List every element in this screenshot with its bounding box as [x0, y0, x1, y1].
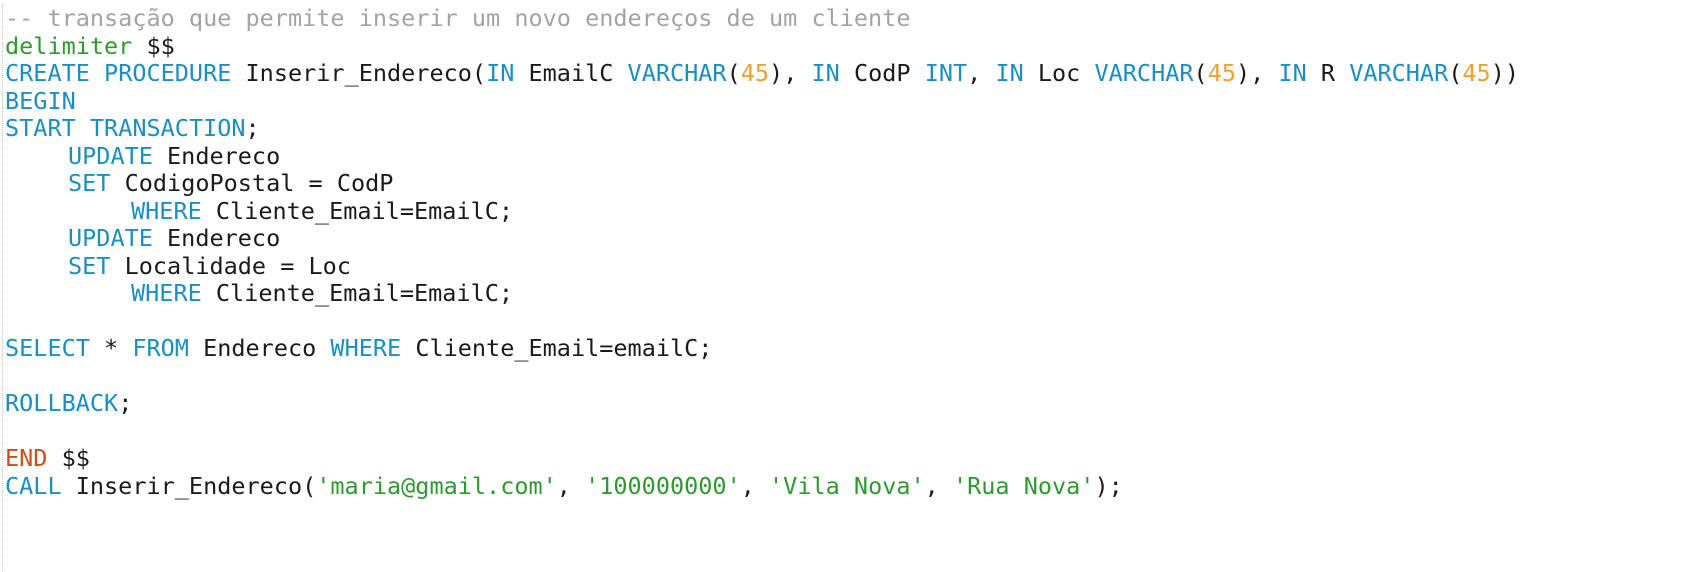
code-text: Loc — [1023, 59, 1095, 87]
code-text: Cliente_Email=emailC; — [401, 334, 713, 362]
code-area[interactable]: -- transação que permite inserir um novo… — [5, 4, 1519, 501]
code-keyword: WHERE — [131, 196, 202, 225]
code-editor[interactable]: -- transação que permite inserir um novo… — [0, 0, 1706, 572]
code-text: , — [924, 471, 953, 500]
code-text: Endereco — [188, 334, 331, 362]
code-text: $$ — [47, 444, 90, 472]
code-text: ( — [1193, 59, 1208, 87]
code-keyword: SET — [68, 251, 111, 280]
code-number: 45 — [1207, 59, 1236, 87]
code-keyword: VARCHAR — [1094, 59, 1194, 87]
code-line: UPDATE Endereco — [5, 141, 1519, 171]
code-line: START TRANSACTION; — [5, 114, 1519, 143]
code-text: , — [740, 471, 770, 500]
code-keyword: VARCHAR — [1349, 59, 1449, 87]
code-string: 'maria@gmail.com' — [316, 471, 557, 500]
code-text: )) — [1490, 59, 1519, 87]
code-keyword: IN — [486, 59, 515, 87]
code-number: 45 — [1462, 59, 1491, 87]
code-line: CALL Inserir_Endereco('maria@gmail.com',… — [5, 471, 1519, 501]
editor-gutter-guide — [2, 4, 3, 572]
code-line: END $$ — [5, 444, 1519, 473]
code-keyword: UPDATE — [68, 141, 153, 170]
code-text: , — [967, 59, 996, 87]
code-keyword: WHERE — [131, 279, 202, 307]
code-line: UPDATE Endereco — [5, 224, 1519, 253]
code-text: ; — [245, 114, 260, 142]
code-keyword: INT — [924, 59, 968, 87]
code-text: EmailC — [514, 59, 628, 87]
code-keyword: IN — [1278, 59, 1307, 87]
code-text: CodigoPostal = CodP — [110, 169, 394, 197]
code-text: CodP — [839, 59, 925, 87]
code-text: Cliente_Email=EmailC; — [201, 279, 514, 307]
code-line: BEGIN — [5, 86, 1519, 116]
code-text: ( — [726, 59, 741, 87]
code-line: ROLLBACK; — [5, 389, 1519, 418]
code-delimiter-keyword: delimiter — [5, 31, 133, 60]
code-text: Localidade = Loc — [110, 251, 351, 280]
code-text: ); — [1094, 471, 1123, 500]
code-string: 'Vila Nova' — [769, 471, 925, 500]
code-text: Inserir_Endereco( — [231, 59, 487, 87]
code-keyword: FROM — [132, 334, 189, 362]
code-text: Endereco — [152, 141, 281, 170]
code-text: , — [556, 471, 586, 500]
code-text: ), — [769, 59, 812, 87]
code-keyword: SELECT — [5, 334, 90, 362]
code-end-keyword: END — [5, 444, 48, 472]
code-string: 'Rua Nova' — [952, 471, 1095, 500]
code-keyword: PROCEDURE — [104, 59, 232, 87]
code-number: 45 — [740, 59, 770, 87]
code-line: SET CodigoPostal = CodP — [5, 169, 1519, 198]
code-keyword: BEGIN — [5, 86, 76, 115]
code-text: ( — [1448, 59, 1463, 87]
code-keyword: IN — [811, 59, 840, 87]
code-line: -- transação que permite inserir um novo… — [5, 4, 1519, 33]
code-text: Inserir_Endereco( — [61, 471, 317, 500]
code-keyword: TRANSACTION — [89, 114, 246, 142]
code-text: $$ — [132, 31, 175, 60]
code-keyword: IN — [995, 59, 1024, 87]
code-text: ; — [118, 389, 133, 417]
code-text: Cliente_Email=EmailC; — [201, 196, 514, 225]
code-keyword: VARCHAR — [627, 59, 727, 87]
code-keyword: CALL — [5, 471, 62, 500]
code-text: R — [1306, 59, 1350, 87]
code-text: Endereco — [152, 224, 281, 252]
code-keyword: UPDATE — [68, 224, 153, 252]
code-keyword: CREATE — [5, 59, 90, 87]
code-line: CREATE PROCEDURE Inserir_Endereco(IN Ema… — [5, 59, 1519, 88]
code-keyword: ROLLBACK — [5, 389, 119, 417]
code-keyword: START — [5, 114, 76, 142]
code-line: SET Localidade = Loc — [5, 251, 1519, 281]
code-line: WHERE Cliente_Email=EmailC; — [5, 196, 1519, 226]
code-keyword: SET — [68, 169, 111, 197]
code-keyword: WHERE — [330, 334, 402, 362]
code-line: WHERE Cliente_Email=EmailC; — [5, 279, 1519, 308]
code-string: '100000000' — [585, 471, 741, 500]
code-comment: -- transação que permite inserir um novo… — [5, 4, 911, 32]
code-line: SELECT * FROM Endereco WHERE Cliente_Ema… — [5, 334, 1519, 363]
code-text: * — [89, 334, 133, 362]
code-text: ), — [1235, 59, 1279, 87]
code-line: delimiter $$ — [5, 31, 1519, 61]
